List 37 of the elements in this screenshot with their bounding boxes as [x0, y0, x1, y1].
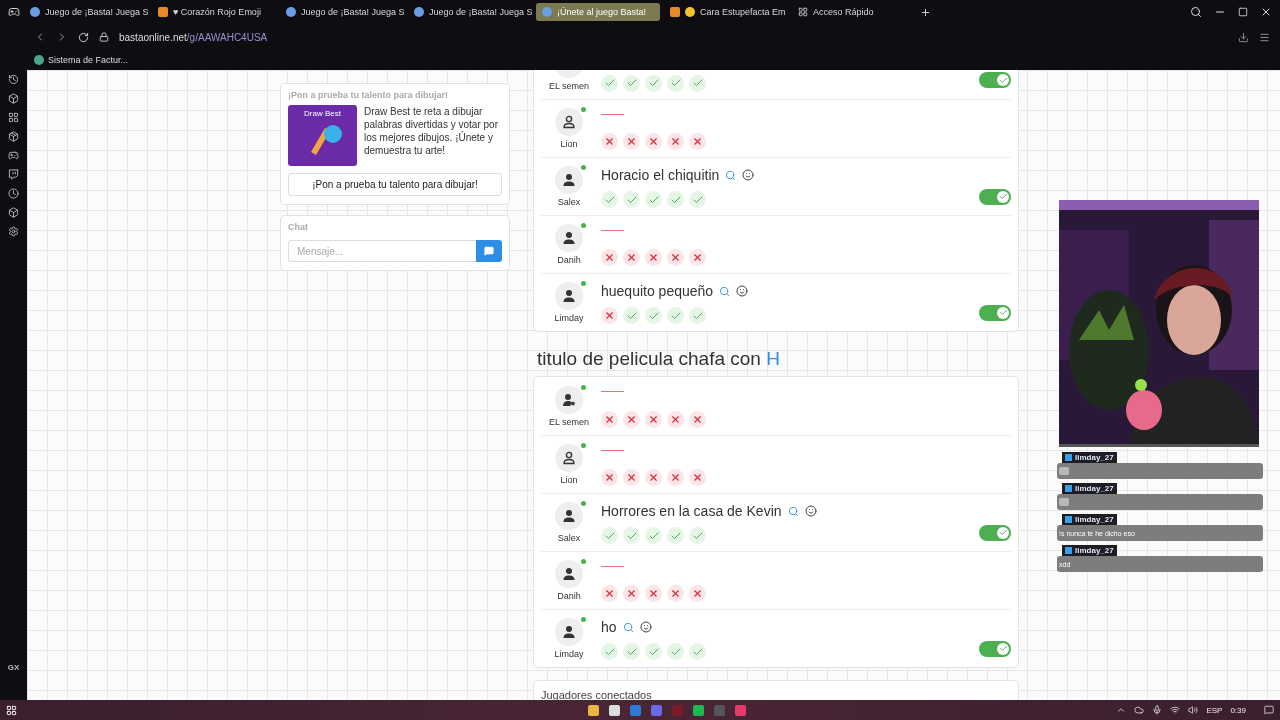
answer-text: Horrores en la casa de Kevin: [601, 503, 782, 519]
browser-tab[interactable]: Juego de ¡Basta! Juega S: [280, 3, 404, 21]
player-name: Lion: [560, 475, 578, 485]
browser-tab[interactable]: Juego de ¡Basta! Juega S: [408, 3, 532, 21]
player-name: EL semen: [548, 416, 590, 427]
answer-text: Horacio el chiquitin: [601, 167, 720, 183]
player-name: EL semen: [548, 80, 590, 91]
promo-button[interactable]: ¡Pon a prueba tu talento para dibujar!: [288, 173, 502, 196]
player-name: Danih: [557, 255, 581, 265]
sidebar-label: GX: [7, 663, 20, 672]
game-logo: Draw Best: [288, 105, 357, 166]
player-name: Danih: [557, 591, 581, 601]
browser-tab[interactable]: ¡Únete al juego Basta!: [536, 3, 660, 21]
player-name: Limday: [554, 313, 584, 323]
category-heading: titulo de pelicula chafa con H: [537, 348, 781, 370]
browser-tab[interactable]: Juego de ¡Basta! Juega S: [24, 3, 148, 21]
player-name: Salex: [557, 197, 581, 207]
promo-text: Draw Best te reta a dibujar palabras divertidas y votar por los mejores dibujos. ¡Únete y demuestra tu arte!: [364, 105, 499, 158]
language-indicator[interactable]: ESP: [1206, 705, 1223, 715]
player-name: Salex: [557, 533, 581, 543]
chat-username: limday_27: [1062, 545, 1117, 556]
answer-text: ho: [601, 619, 617, 635]
chat-username: limday_27: [1062, 452, 1117, 463]
browser-tab[interactable]: ♥ Corazón Rojo Emoji: [152, 3, 276, 21]
address-field[interactable]: bastaonline.net/g/AAWAHC4USA: [119, 31, 268, 43]
player-name: Lion: [560, 139, 578, 149]
bookmark[interactable]: Sistema de Factur...: [48, 55, 129, 65]
message-field[interactable]: Mensaje...: [288, 240, 476, 262]
answer-text: huequito pequeño: [601, 283, 714, 299]
chat-username: limday_27: [1062, 514, 1117, 525]
player-name: Limday: [554, 649, 584, 659]
chat-username: limday_27: [1062, 483, 1117, 494]
clock[interactable]: 0:39: [1230, 705, 1246, 715]
browser-tab[interactable]: Cara Estupefacta Em: [664, 3, 788, 21]
browser-tab[interactable]: Acceso Rápido: [792, 3, 916, 21]
chat-title: Chat: [288, 222, 309, 232]
promo-title: ¡Pon a prueba tu talento para dibujar!: [288, 90, 449, 100]
